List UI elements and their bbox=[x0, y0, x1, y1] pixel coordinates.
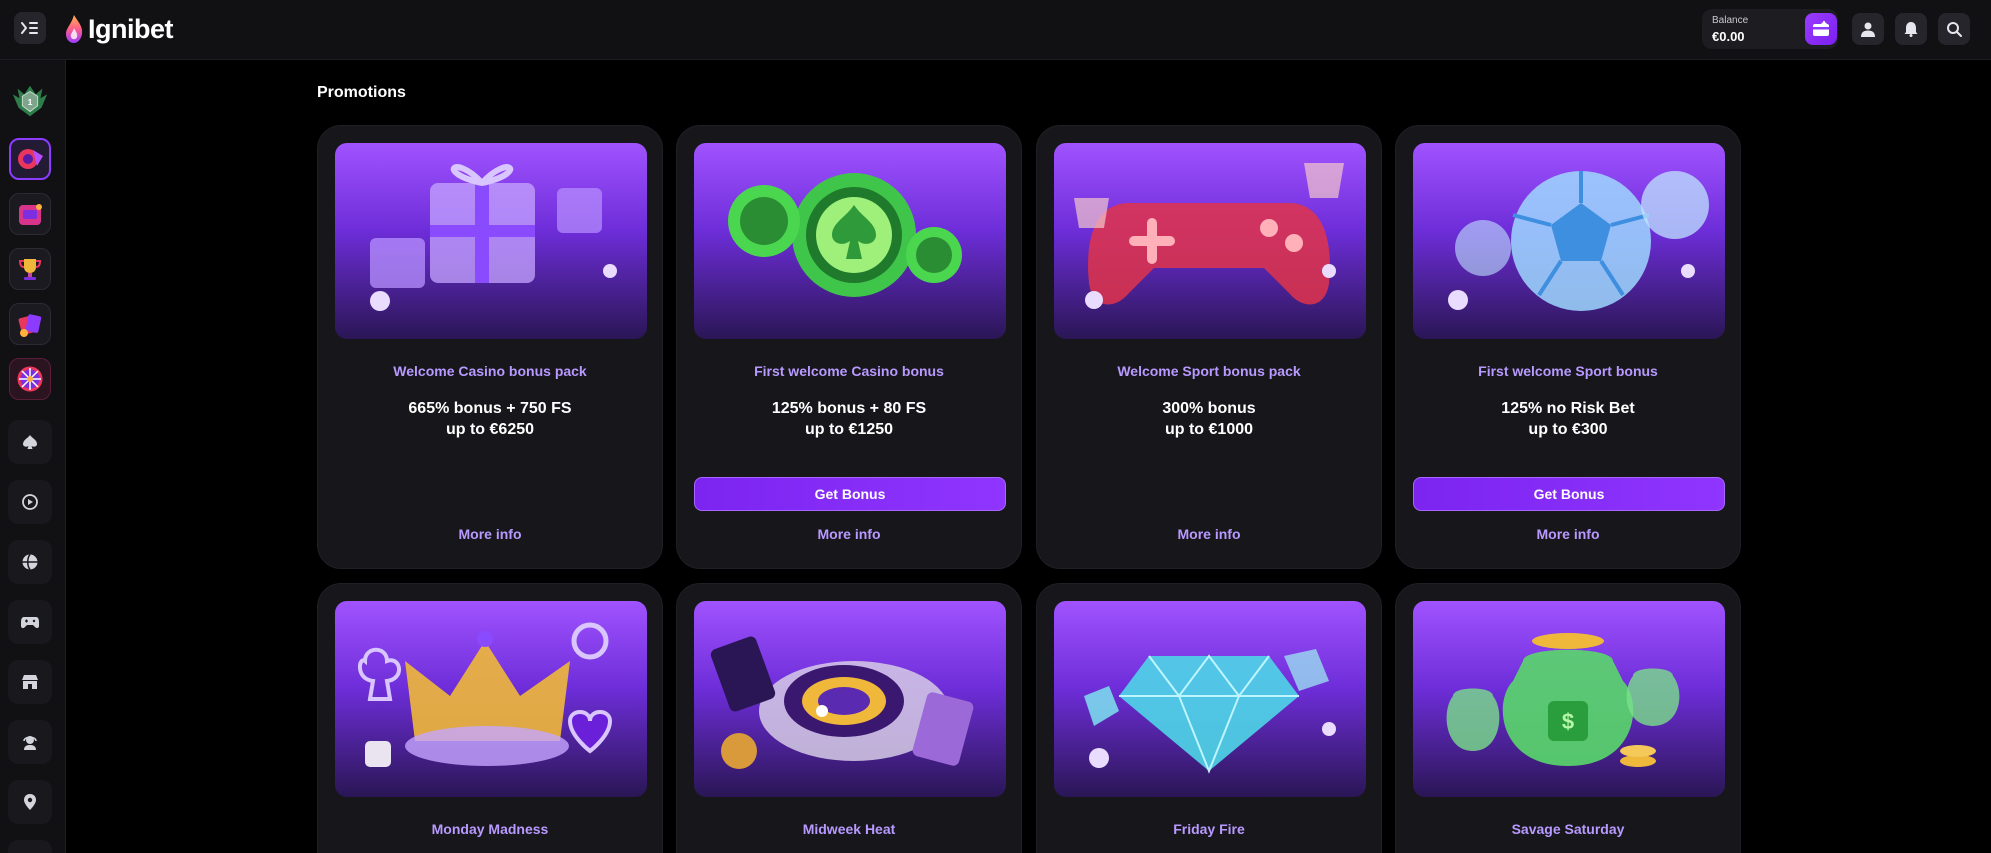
balance-label: Balance bbox=[1712, 15, 1749, 26]
slots-game-icon bbox=[19, 204, 42, 225]
location-pin-icon bbox=[24, 794, 36, 810]
promo-headline-line1: 125% bonus + 80 FS bbox=[771, 400, 927, 417]
level-badge[interactable]: 1 bbox=[10, 82, 50, 122]
search-icon bbox=[1947, 22, 1962, 37]
promo-headline-line1: 300% bonus bbox=[1162, 400, 1256, 417]
promo-image bbox=[335, 601, 647, 797]
diamond-icon bbox=[1084, 649, 1336, 774]
sidebar-game-roulette[interactable] bbox=[9, 138, 51, 180]
promo-headline: 665% bonus + 750 FS up to €6250 bbox=[318, 398, 662, 440]
sidebar-game-tournaments[interactable] bbox=[9, 248, 51, 290]
promo-headline-line2: up to €300 bbox=[1528, 421, 1608, 438]
sidebar-game-wheel[interactable] bbox=[9, 358, 51, 400]
sidebar-game-slots[interactable] bbox=[9, 193, 51, 235]
promo-headline-line2: up to €1000 bbox=[1164, 421, 1254, 438]
menu-expand-icon bbox=[21, 22, 38, 34]
sidebar-nav-esports[interactable] bbox=[8, 600, 52, 644]
more-info-link[interactable]: More info bbox=[1037, 526, 1381, 542]
sports-ball-icon bbox=[22, 554, 38, 570]
promo-headline: 125% no Risk Bet up to €300 bbox=[1396, 398, 1740, 440]
promo-image: $ bbox=[1413, 601, 1725, 797]
level-number: 1 bbox=[28, 97, 33, 107]
sidebar-toggle-button[interactable] bbox=[14, 12, 46, 44]
logo[interactable]: Ignibet bbox=[64, 12, 174, 46]
sidebar-nav-sports[interactable] bbox=[8, 540, 52, 584]
promo-image bbox=[335, 143, 647, 339]
promo-card-welcome-sport-pack[interactable]: Welcome Sport bonus pack 300% bonus up t… bbox=[1036, 125, 1382, 569]
promo-subtitle: Welcome Casino bonus pack bbox=[393, 363, 587, 379]
promo-headline: 125% bonus + 80 FS up to €1250 bbox=[677, 398, 1021, 440]
top-bar: Ignibet Balance €0.00 bbox=[0, 0, 1991, 60]
deposit-button[interactable] bbox=[1805, 13, 1837, 45]
logo-text: Ignibet bbox=[88, 13, 174, 44]
money-bags-icon: $ bbox=[1446, 633, 1680, 767]
promo-headline-line1: 665% bonus + 750 FS bbox=[408, 400, 572, 417]
bell-icon bbox=[1904, 22, 1918, 37]
promo-headline-line2: up to €1250 bbox=[804, 421, 894, 438]
more-info-link[interactable]: More info bbox=[318, 526, 662, 542]
promo-card-friday-fire[interactable]: Friday Fire bbox=[1036, 583, 1382, 853]
sidebar-nav-location[interactable] bbox=[8, 780, 52, 824]
promo-subtitle: Savage Saturday bbox=[1511, 821, 1625, 837]
promo-subtitle: Midweek Heat bbox=[802, 821, 896, 837]
more-info-link[interactable]: More info bbox=[1396, 526, 1740, 542]
live-casino-icon bbox=[22, 494, 38, 510]
promo-headline: 300% bonus up to €1000 bbox=[1037, 398, 1381, 440]
flame-logo-icon bbox=[66, 15, 83, 43]
promo-card-midweek-heat[interactable]: Midweek Heat bbox=[676, 583, 1022, 853]
football-icon bbox=[1448, 171, 1709, 311]
promo-card-welcome-casino-pack[interactable]: Welcome Casino bonus pack 665% bonus + 7… bbox=[317, 125, 663, 569]
promo-card-savage-saturday[interactable]: $ Savage Saturday bbox=[1395, 583, 1741, 853]
wheel-game-icon bbox=[17, 366, 43, 392]
balance-value: €0.00 bbox=[1712, 29, 1745, 44]
gift-boxes-icon bbox=[370, 164, 617, 311]
store-icon bbox=[22, 675, 38, 689]
sidebar-nav-store[interactable] bbox=[8, 660, 52, 704]
green-chips-icon bbox=[728, 173, 962, 297]
user-icon bbox=[1861, 22, 1875, 37]
promo-subtitle: Monday Madness bbox=[431, 821, 549, 837]
promo-card-first-welcome-sport[interactable]: First welcome Sport bonus 125% no Risk B… bbox=[1395, 125, 1741, 569]
sidebar-nav-casino[interactable] bbox=[8, 420, 52, 464]
promo-image bbox=[694, 143, 1006, 339]
roulette-game-icon bbox=[18, 149, 43, 169]
promo-image bbox=[694, 601, 1006, 797]
promo-subtitle: First welcome Casino bonus bbox=[754, 363, 944, 379]
promo-subtitle: Welcome Sport bonus pack bbox=[1117, 363, 1301, 379]
sidebar: 1 bbox=[0, 60, 66, 853]
wallet-icon bbox=[1813, 21, 1829, 36]
level-shield-icon: 1 bbox=[12, 85, 48, 117]
notifications-button[interactable] bbox=[1895, 13, 1927, 45]
get-bonus-button[interactable]: Get Bonus bbox=[694, 477, 1006, 511]
search-button[interactable] bbox=[1938, 13, 1970, 45]
promo-headline-line2: up to €6250 bbox=[445, 421, 535, 438]
promo-headline-line1: 125% no Risk Bet bbox=[1501, 400, 1635, 417]
crown-icon bbox=[358, 622, 613, 767]
get-bonus-button[interactable]: Get Bonus bbox=[1413, 477, 1725, 511]
page-title: Promotions bbox=[317, 84, 406, 101]
gamepad-icon bbox=[21, 617, 39, 629]
spade-icon bbox=[23, 435, 37, 449]
sidebar-nav-more[interactable] bbox=[8, 840, 52, 853]
promo-subtitle: First welcome Sport bonus bbox=[1478, 363, 1658, 379]
profile-button[interactable] bbox=[1852, 13, 1884, 45]
cards-game-icon bbox=[18, 314, 42, 337]
sidebar-nav-live-casino[interactable] bbox=[8, 480, 52, 524]
promo-card-monday-madness[interactable]: Monday Madness bbox=[317, 583, 663, 853]
svg-text:$: $ bbox=[1562, 709, 1574, 734]
roulette-icon bbox=[710, 636, 974, 769]
sidebar-game-cards[interactable] bbox=[9, 303, 51, 345]
support-agent-icon bbox=[23, 736, 37, 750]
promo-image bbox=[1413, 143, 1725, 339]
promo-subtitle: Friday Fire bbox=[1173, 821, 1245, 837]
trophy-game-icon bbox=[18, 259, 42, 280]
more-info-link[interactable]: More info bbox=[677, 526, 1021, 542]
red-gamepad-icon bbox=[1074, 163, 1344, 309]
promo-image bbox=[1054, 143, 1366, 339]
promo-card-first-welcome-casino[interactable]: First welcome Casino bonus 125% bonus + … bbox=[676, 125, 1022, 569]
promo-image bbox=[1054, 601, 1366, 797]
sidebar-nav-support[interactable] bbox=[8, 720, 52, 764]
